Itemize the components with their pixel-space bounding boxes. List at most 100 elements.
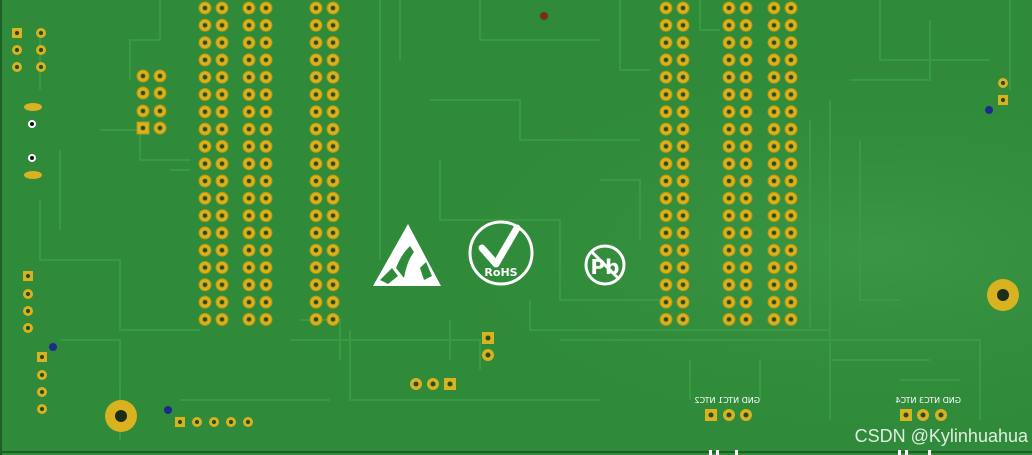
header-pin [739,88,753,101]
misc-pad [175,417,185,427]
connector-label-right: GND NTC3 NTC4 [895,396,961,405]
header-pin [739,53,753,67]
connector-pad [935,409,947,421]
header-pin [676,243,690,257]
header-pin [739,157,753,171]
watermark: CSDN @Kylinhuahua [854,426,1028,446]
mounting-hole-left [105,400,137,432]
header-pin [659,36,673,50]
header-pin [784,139,798,153]
header-pin [784,122,798,136]
header-pin [215,174,229,188]
header-pin [242,122,256,136]
header-pin [259,243,273,257]
header-pin [659,70,673,84]
header-pin [198,1,212,15]
header-pin [242,139,256,153]
header-pin [198,174,212,188]
mounting-hole-right [987,279,1019,311]
header-pin [767,226,781,240]
header-pin [259,122,273,136]
header-pin [659,312,673,326]
header-pin [198,36,212,50]
header-pin [309,312,323,326]
header-pin [215,209,229,223]
connector-pad [705,409,717,421]
header-pin [739,226,753,240]
header-pin [326,191,340,205]
header-pin [215,36,229,50]
header-pin [784,312,798,326]
header-pin [767,174,781,188]
header-pin [309,243,323,257]
header-pin [309,70,323,84]
header-pin [309,226,323,240]
header-pin [722,174,736,188]
rohs-label: RoHS [484,266,517,279]
header-pin [198,53,212,67]
header-pin [215,139,229,153]
misc-pad [36,45,46,55]
misc-pad [37,387,47,397]
header-pin [722,278,736,292]
header-pin [722,53,736,67]
header-pin [259,261,273,274]
header-pin [739,243,753,257]
misc-pad [37,352,47,362]
header-pin [784,70,798,84]
header-pin [767,278,781,292]
header-pin [739,70,753,84]
header-pin [659,105,673,119]
header-pin [215,88,229,101]
header-pin [739,139,753,153]
header-pin [259,139,273,153]
header-pin [198,278,212,292]
misc-oval-pad [24,103,42,111]
misc-oval-pad [24,171,42,179]
header-pin [659,18,673,32]
header-pin [326,70,340,84]
header-pin [242,70,256,84]
header-pin [242,243,256,257]
header-pin [198,312,212,326]
header-pin [722,312,736,326]
header-pin [136,86,150,100]
header-pin [309,191,323,205]
misc-pad [482,332,494,344]
header-pin [198,18,212,32]
header-pin [659,88,673,101]
header-pin [242,1,256,15]
header-pin [722,295,736,309]
header-pin [215,157,229,171]
header-pin [676,18,690,32]
header-pin [784,157,798,171]
header-pin [326,243,340,257]
header-pin [259,174,273,188]
header-pin [676,105,690,119]
header-pin [722,105,736,119]
header-pin [676,295,690,309]
header-pin [722,157,736,171]
header-pin [259,191,273,205]
header-pin [309,139,323,153]
header-pin [326,174,340,188]
misc-pad [37,370,47,380]
header-pin [136,121,150,135]
header-pin [659,226,673,240]
header-pin [309,295,323,309]
connector-label-left: GND NTC1 NTC2 [694,396,760,405]
misc-pad [410,378,422,390]
header-pin [215,70,229,84]
header-pin [309,18,323,32]
misc-pad [482,349,494,361]
header-pin [722,18,736,32]
misc-pad [23,289,33,299]
header-pin [784,209,798,223]
header-pin [739,1,753,15]
header-pin [242,261,256,274]
header-pin [722,209,736,223]
misc-pad [23,271,33,281]
header-pin [198,295,212,309]
pcb-board: RoHS Pb GND NTC1 NTC2 GND NTC3 NTC4 [0,0,1032,455]
header-pin [676,174,690,188]
